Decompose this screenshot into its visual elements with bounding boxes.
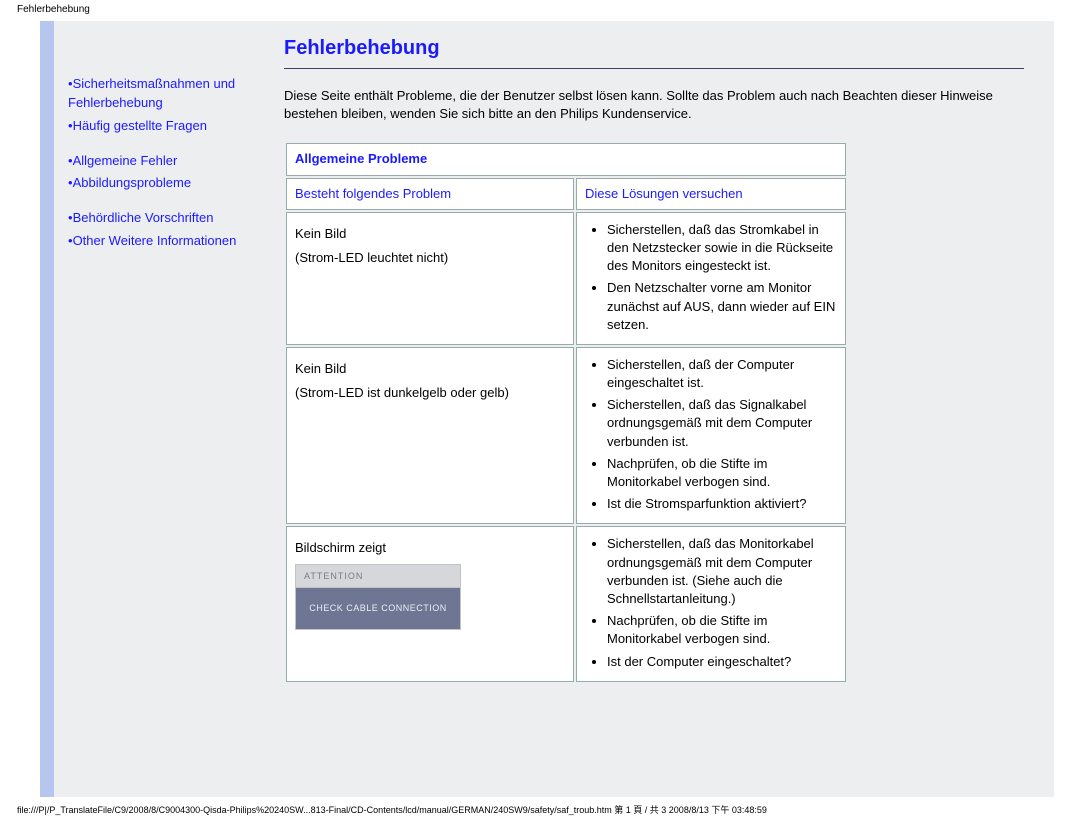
solution-item: Nachprüfen, ob die Stifte im Monitorkabe… — [607, 455, 837, 491]
sidebar-item-label: Other Weitere Informationen — [73, 233, 237, 248]
problem-text: Kein Bild — [295, 225, 565, 243]
problem-text: (Strom-LED ist dunkelgelb oder gelb) — [295, 384, 565, 402]
sidebar-item-other-info[interactable]: •Other Weitere Informationen — [68, 232, 278, 251]
osd-attention-box: ATTENTION CHECK CABLE CONNECTION — [295, 564, 461, 630]
solution-item: Ist der Computer eingeschaltet? — [607, 653, 837, 671]
solution-item: Den Netzschalter vorne am Monitor zunäch… — [607, 279, 837, 334]
solution-item: Sicherstellen, daß der Computer eingesch… — [607, 356, 837, 392]
solution-item: Sicherstellen, daß das Monitorkabel ordn… — [607, 535, 837, 608]
problem-text: Kein Bild — [295, 360, 565, 378]
table-row: Kein Bild (Strom-LED leuchtet nicht) Sic… — [286, 212, 846, 345]
left-accent-strip — [40, 21, 54, 797]
solution-cell: Sicherstellen, daß das Monitorkabel ordn… — [576, 526, 846, 681]
sidebar-item-faq[interactable]: •Häufig gestellte Fragen — [68, 117, 278, 136]
page-body: •Sicherheitsmaßnahmen und Fehlerbehebung… — [54, 21, 1054, 797]
title-divider — [284, 68, 1024, 69]
osd-attention-header: ATTENTION — [295, 564, 461, 588]
main-content: Fehlerbehebung Diese Seite enthält Probl… — [284, 37, 1024, 684]
solution-item: Nachprüfen, ob die Stifte im Monitorkabe… — [607, 612, 837, 648]
table-col-head-solution: Diese Lösungen versuchen — [576, 178, 846, 210]
sidebar-item-label: Häufig gestellte Fragen — [73, 118, 207, 133]
osd-attention-message: CHECK CABLE CONNECTION — [295, 587, 461, 630]
sidebar-item-image-problems[interactable]: •Abbildungsprobleme — [68, 174, 278, 193]
sidebar-item-safety[interactable]: •Sicherheitsmaßnahmen und Fehlerbehebung — [68, 75, 278, 113]
sidebar-item-general-errors[interactable]: •Allgemeine Fehler — [68, 152, 278, 171]
page-outer: •Sicherheitsmaßnahmen und Fehlerbehebung… — [0, 21, 1080, 797]
table-row: Kein Bild (Strom-LED ist dunkelgelb oder… — [286, 347, 846, 525]
sidebar-item-regulatory[interactable]: •Behördliche Vorschriften — [68, 209, 278, 228]
sidebar-item-label: Behördliche Vorschriften — [73, 210, 214, 225]
problems-table: Allgemeine Probleme Besteht folgendes Pr… — [284, 141, 848, 683]
page-header-title: Fehlerbehebung — [0, 0, 1080, 15]
solution-item: Ist die Stromsparfunktion aktiviert? — [607, 495, 837, 513]
solution-item: Sicherstellen, daß das Stromkabel in den… — [607, 221, 837, 276]
solution-item: Sicherstellen, daß das Signalkabel ordnu… — [607, 396, 837, 451]
problem-text: Bildschirm zeigt — [295, 539, 565, 557]
problem-cell: Kein Bild (Strom-LED leuchtet nicht) — [286, 212, 574, 345]
solution-cell: Sicherstellen, daß das Stromkabel in den… — [576, 212, 846, 345]
table-col-head-problem: Besteht folgendes Problem — [286, 178, 574, 210]
page-title: Fehlerbehebung — [284, 37, 1024, 60]
problem-text: (Strom-LED leuchtet nicht) — [295, 249, 565, 267]
intro-paragraph: Diese Seite enthält Probleme, die der Be… — [284, 87, 1024, 123]
footer-path: file:///P|/P_TranslateFile/C9/2008/8/C90… — [0, 797, 1080, 822]
sidebar-item-label: Sicherheitsmaßnahmen und Fehlerbehebung — [68, 76, 235, 110]
sidebar-item-label: Allgemeine Fehler — [73, 153, 178, 168]
sidebar-nav: •Sicherheitsmaßnahmen und Fehlerbehebung… — [68, 71, 278, 255]
table-row: Bildschirm zeigt ATTENTION CHECK CABLE C… — [286, 526, 846, 681]
problem-cell: Bildschirm zeigt ATTENTION CHECK CABLE C… — [286, 526, 574, 681]
problem-cell: Kein Bild (Strom-LED ist dunkelgelb oder… — [286, 347, 574, 525]
table-section-title: Allgemeine Probleme — [286, 143, 846, 175]
sidebar-item-label: Abbildungsprobleme — [73, 175, 192, 190]
solution-cell: Sicherstellen, daß der Computer eingesch… — [576, 347, 846, 525]
